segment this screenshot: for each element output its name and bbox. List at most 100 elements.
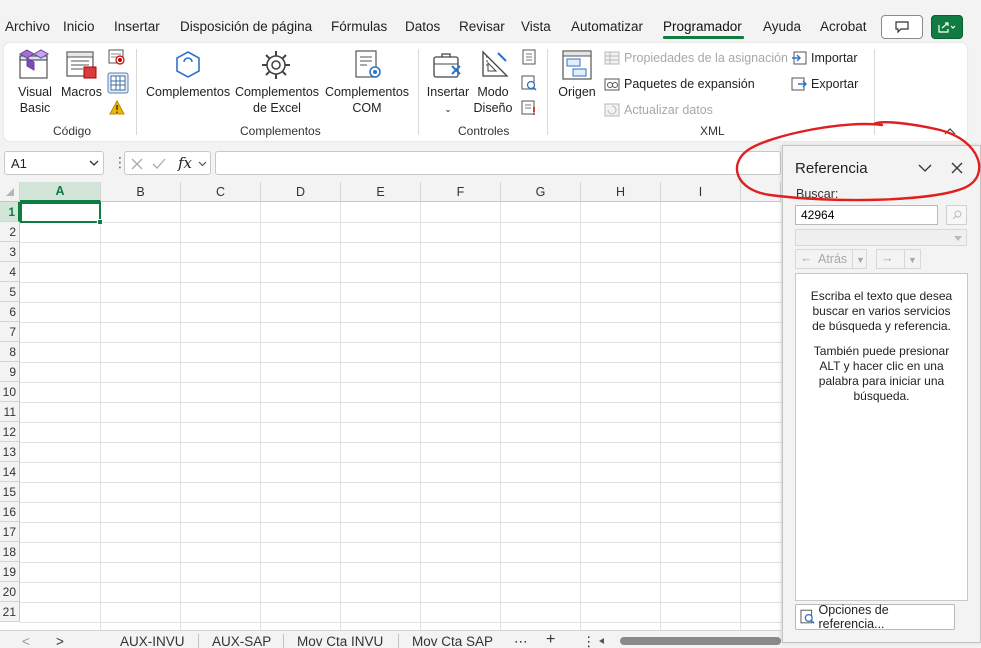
row-header[interactable]: 9 bbox=[0, 362, 20, 382]
tab-revisar[interactable]: Revisar bbox=[459, 19, 505, 34]
properties-icon[interactable] bbox=[521, 49, 537, 65]
sheet-tab[interactable]: Mov Cta SAP bbox=[412, 634, 493, 648]
chevron-down-icon bbox=[954, 236, 962, 241]
close-icon[interactable] bbox=[951, 162, 963, 174]
fill-handle[interactable] bbox=[97, 219, 103, 225]
row-header[interactable]: 19 bbox=[0, 562, 20, 582]
row-header[interactable]: 5 bbox=[0, 282, 20, 302]
collapse-ribbon-icon[interactable] bbox=[944, 127, 956, 135]
run-dialog-icon[interactable] bbox=[521, 100, 537, 116]
column-header[interactable]: A bbox=[20, 182, 101, 202]
row-header[interactable]: 11 bbox=[0, 402, 20, 422]
tab-formulas[interactable]: Fórmulas bbox=[331, 19, 387, 34]
row-header[interactable]: 10 bbox=[0, 382, 20, 402]
column-header[interactable]: I bbox=[661, 182, 741, 202]
tab-acrobat[interactable]: Acrobat bbox=[820, 19, 867, 34]
service-dropdown[interactable] bbox=[795, 229, 967, 246]
row-header[interactable]: 20 bbox=[0, 582, 20, 602]
row-header[interactable]: 4 bbox=[0, 262, 20, 282]
cancel-icon[interactable] bbox=[131, 158, 143, 170]
column-header[interactable]: H bbox=[581, 182, 661, 202]
share-button[interactable] bbox=[931, 15, 963, 39]
sheet-tab[interactable]: AUX-SAP bbox=[212, 634, 271, 648]
insert-controls-label: Insertar bbox=[426, 85, 470, 99]
excel-addins-icon bbox=[262, 51, 290, 79]
row-header[interactable]: 8 bbox=[0, 342, 20, 362]
column-header[interactable]: D bbox=[261, 182, 341, 202]
macros-button[interactable]: Macros bbox=[61, 84, 102, 100]
select-all-corner[interactable] bbox=[0, 182, 20, 202]
tab-archivo[interactable]: Archivo bbox=[5, 19, 50, 34]
row-header[interactable]: 1 bbox=[0, 202, 20, 222]
visual-basic-button[interactable]: Visual Basic bbox=[16, 84, 54, 116]
row-header[interactable]: 15 bbox=[0, 482, 20, 502]
tab-inicio[interactable]: Inicio bbox=[63, 19, 95, 34]
view-code-icon[interactable] bbox=[521, 75, 537, 91]
row-header[interactable]: 3 bbox=[0, 242, 20, 262]
export-button[interactable]: Exportar bbox=[811, 77, 858, 91]
record-macro-icon[interactable] bbox=[108, 49, 126, 65]
search-input[interactable] bbox=[795, 205, 938, 225]
column-header[interactable]: G bbox=[501, 182, 581, 202]
row-header[interactable]: 16 bbox=[0, 502, 20, 522]
design-mode-button[interactable]: Modo Diseño bbox=[473, 84, 513, 116]
sheet-tab[interactable]: Mov Cta INVU bbox=[297, 634, 383, 648]
forward-button[interactable]: → ▼ bbox=[876, 249, 921, 269]
enter-icon[interactable] bbox=[152, 158, 166, 170]
refresh-data-icon bbox=[604, 103, 620, 117]
excel-addins-button[interactable]: Complementos de Excel bbox=[234, 84, 320, 116]
more-sheets-icon[interactable]: ⋯ bbox=[514, 634, 528, 648]
spreadsheet-grid[interactable]: A B C D E F G H I 1 2 3 4 5 6 7 8 9 10 1… bbox=[0, 182, 781, 630]
group-complementos-label: Complementos bbox=[240, 124, 321, 138]
relative-refs-icon[interactable] bbox=[107, 72, 129, 94]
map-properties-button[interactable]: Propiedades de la asignación bbox=[624, 51, 788, 65]
row-header[interactable]: 18 bbox=[0, 542, 20, 562]
import-button[interactable]: Importar bbox=[811, 51, 858, 65]
row-header[interactable]: 13 bbox=[0, 442, 20, 462]
scroll-left-icon[interactable] bbox=[598, 638, 604, 644]
reference-options-button[interactable]: Opciones de referencia... bbox=[795, 603, 955, 631]
tab-programador[interactable]: Programador bbox=[663, 19, 742, 34]
chevron-down-icon[interactable] bbox=[918, 164, 932, 173]
tab-automatizar[interactable]: Automatizar bbox=[571, 19, 643, 34]
column-header[interactable]: B bbox=[101, 182, 181, 202]
insert-controls-button[interactable]: Insertar ⌄ bbox=[426, 84, 470, 117]
selected-cell[interactable] bbox=[20, 202, 101, 223]
row-header[interactable]: 6 bbox=[0, 302, 20, 322]
column-header[interactable] bbox=[741, 182, 781, 202]
add-sheet-icon[interactable]: + bbox=[546, 631, 555, 648]
macro-security-icon[interactable] bbox=[109, 100, 125, 116]
sheet-tab[interactable]: AUX-INVU bbox=[120, 634, 185, 648]
help-box: Escriba el texto que desea buscar en var… bbox=[795, 273, 968, 601]
insert-function-button[interactable]: fx bbox=[178, 154, 192, 172]
back-button[interactable]: ← Atrás ▼ bbox=[795, 249, 867, 269]
column-header[interactable]: F bbox=[421, 182, 501, 202]
refresh-data-button[interactable]: Actualizar datos bbox=[624, 103, 713, 117]
formula-input[interactable] bbox=[215, 151, 781, 175]
row-header[interactable]: 14 bbox=[0, 462, 20, 482]
row-header[interactable]: 12 bbox=[0, 422, 20, 442]
next-sheet-arrow-icon[interactable]: > bbox=[56, 634, 64, 648]
tab-insertar[interactable]: Insertar bbox=[114, 19, 160, 34]
prev-sheet-arrow-icon[interactable]: < bbox=[22, 634, 30, 648]
row-header[interactable]: 7 bbox=[0, 322, 20, 342]
row-header[interactable]: 2 bbox=[0, 222, 20, 242]
search-go-button[interactable] bbox=[946, 205, 967, 225]
row-header[interactable]: 21 bbox=[0, 602, 20, 622]
expansion-packs-button[interactable]: Paquetes de expansión bbox=[624, 77, 755, 91]
excel-addins-label: Complementos de Excel bbox=[234, 85, 320, 115]
tab-ayuda[interactable]: Ayuda bbox=[763, 19, 801, 34]
source-button[interactable]: Origen bbox=[556, 84, 598, 100]
name-box[interactable]: A1 bbox=[4, 151, 104, 175]
tab-disposicion[interactable]: Disposición de página bbox=[180, 19, 312, 34]
tab-datos[interactable]: Datos bbox=[405, 19, 440, 34]
tab-vista[interactable]: Vista bbox=[521, 19, 551, 34]
horizontal-scrollbar-thumb[interactable] bbox=[620, 637, 781, 645]
addins-button[interactable]: Complementos bbox=[146, 84, 230, 100]
grid-line bbox=[180, 202, 181, 630]
com-addins-button[interactable]: Complementos COM bbox=[324, 84, 410, 116]
comments-button[interactable] bbox=[881, 15, 923, 39]
row-header[interactable]: 17 bbox=[0, 522, 20, 542]
column-header[interactable]: E bbox=[341, 182, 421, 202]
column-header[interactable]: C bbox=[181, 182, 261, 202]
